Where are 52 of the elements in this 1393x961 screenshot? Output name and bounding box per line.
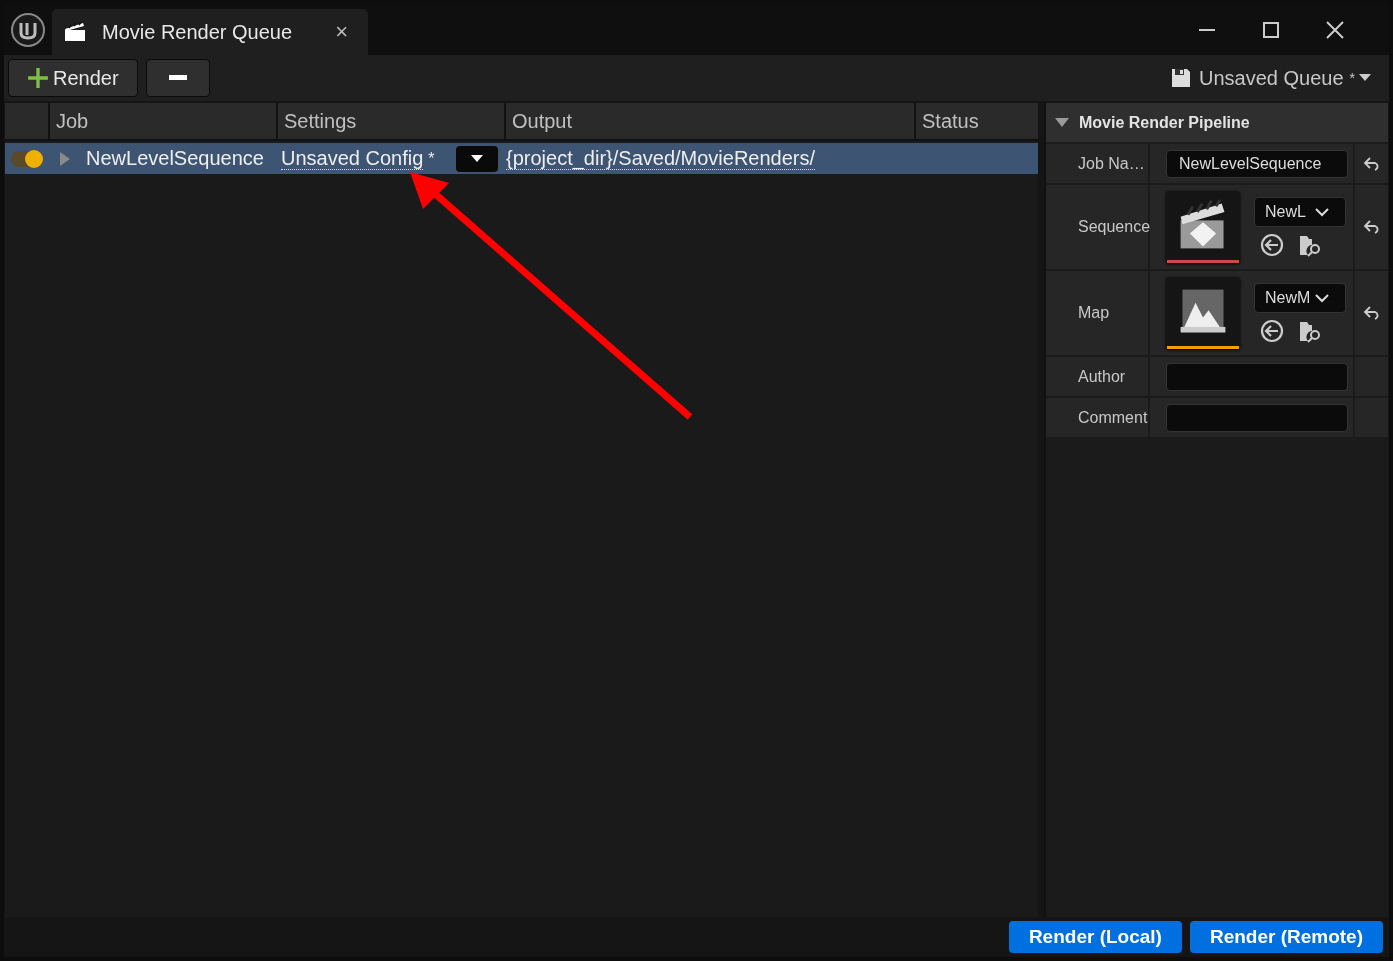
text-field[interactable] xyxy=(1166,362,1348,391)
asset-thumbnail[interactable] xyxy=(1166,191,1240,263)
render-button[interactable]: Render (Remote) xyxy=(1189,921,1383,953)
queue-menu[interactable]: Unsaved Queue * xyxy=(1171,66,1371,90)
tab-title: Movie Render Queue xyxy=(102,20,294,44)
settings-link[interactable]: Unsaved Config xyxy=(281,147,424,170)
reset-arrow-icon[interactable] xyxy=(1362,156,1381,171)
asset-picker[interactable]: NewM xyxy=(1254,283,1346,313)
add-render-button[interactable]: Render xyxy=(8,59,138,97)
output-path-link[interactable]: {project_dir}/Saved/MovieRenders/ xyxy=(506,147,816,170)
plus-icon xyxy=(27,67,49,89)
reset-arrow-icon[interactable] xyxy=(1362,220,1381,234)
property-label: Map xyxy=(1078,304,1110,322)
column-header[interactable]: Status xyxy=(916,103,1038,139)
use-selected-icon[interactable] xyxy=(1260,233,1284,257)
property-label: Author xyxy=(1078,367,1126,386)
browse-folder-icon[interactable] xyxy=(1298,319,1322,343)
collapse-arrow-icon[interactable] xyxy=(1055,118,1069,127)
maximize-icon[interactable] xyxy=(1261,19,1281,40)
chevron-icon xyxy=(1315,293,1329,303)
unsaved-marker: * xyxy=(428,149,435,168)
column-header[interactable]: Job xyxy=(50,103,278,139)
text-field[interactable] xyxy=(1166,403,1348,432)
minus-icon xyxy=(168,75,187,81)
use-selected-icon[interactable] xyxy=(1260,319,1284,343)
browse-folder-icon[interactable] xyxy=(1298,233,1322,257)
reset-arrow-icon[interactable] xyxy=(1362,306,1381,320)
save-icon xyxy=(1171,68,1191,88)
settings-dropdown-button[interactable] xyxy=(456,145,498,172)
clapperboard-icon xyxy=(64,22,86,42)
caret-icon xyxy=(471,154,483,163)
category-title: Movie Render Pipeline xyxy=(1079,113,1250,132)
category-header[interactable]: Movie Render Pipeline xyxy=(1046,103,1388,142)
job-name: NewLevelSequence xyxy=(86,147,264,170)
property-label: Sequence xyxy=(1078,218,1151,236)
close-icon[interactable] xyxy=(1325,19,1345,40)
caret-icon xyxy=(1359,74,1371,82)
close-tab-button[interactable]: × xyxy=(335,19,348,45)
column-header[interactable]: Output xyxy=(506,103,916,139)
engine-logo-icon xyxy=(10,11,46,48)
window-tab[interactable]: Movie Render Queue × xyxy=(52,9,368,55)
enable-toggle[interactable] xyxy=(11,150,41,167)
property-label: Job Na… xyxy=(1078,154,1145,173)
column-header[interactable]: Settings xyxy=(278,103,506,139)
chevron-icon xyxy=(1315,207,1329,217)
text-field[interactable]: NewLevelSequence xyxy=(1166,149,1348,178)
table-row[interactable]: NewLevelSequence Unsaved Config * {project_dir}/Saved/MovieRenders/ xyxy=(5,143,1038,174)
property-label: Comment xyxy=(1078,408,1148,427)
remove-button[interactable] xyxy=(145,59,210,97)
asset-thumbnail[interactable] xyxy=(1166,277,1240,349)
render-button[interactable]: Render (Local) xyxy=(1008,921,1182,953)
asset-picker[interactable]: NewL xyxy=(1254,197,1346,227)
